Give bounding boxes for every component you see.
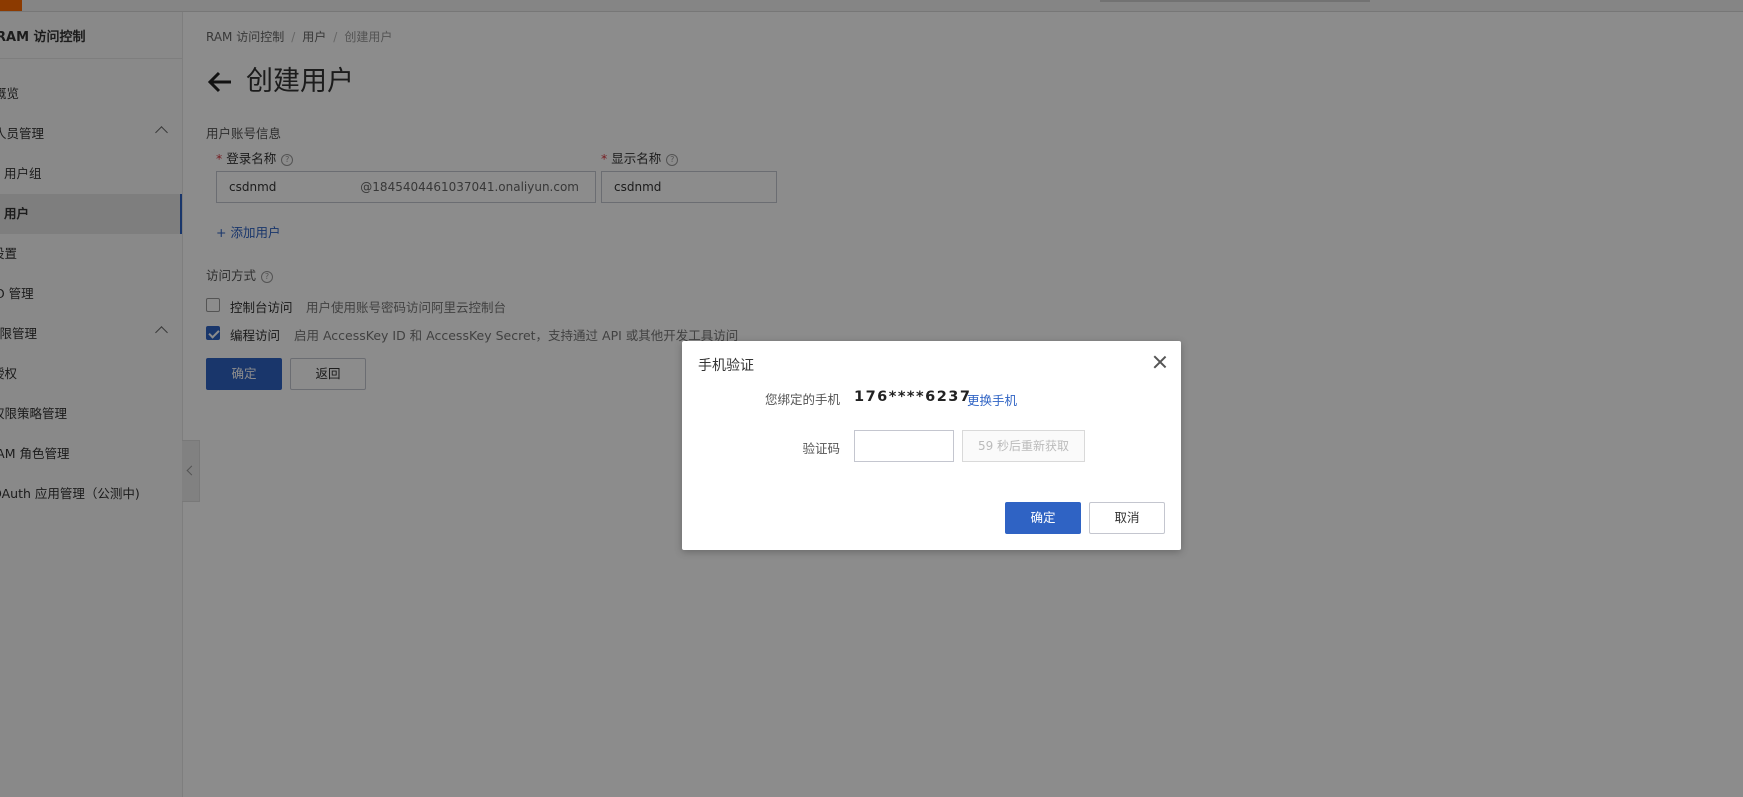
bound-phone-number: 176****6237: [854, 389, 972, 405]
dialog-title: 手机验证: [698, 358, 754, 374]
verification-code-input[interactable]: [854, 430, 954, 462]
close-icon[interactable]: [1153, 355, 1167, 369]
bound-phone-label: 您绑定的手机: [764, 392, 840, 407]
change-phone-link[interactable]: 更换手机: [967, 390, 1017, 409]
resend-code-button[interactable]: 59 秒后重新获取: [962, 430, 1085, 462]
phone-verification-dialog: 手机验证 您绑定的手机 176****6237 更换手机 验证码 59 秒后重新…: [682, 341, 1181, 550]
dialog-cancel-button[interactable]: 取消: [1089, 502, 1165, 534]
dialog-confirm-button[interactable]: 确定: [1005, 502, 1081, 534]
verification-code-label: 验证码: [802, 441, 840, 456]
